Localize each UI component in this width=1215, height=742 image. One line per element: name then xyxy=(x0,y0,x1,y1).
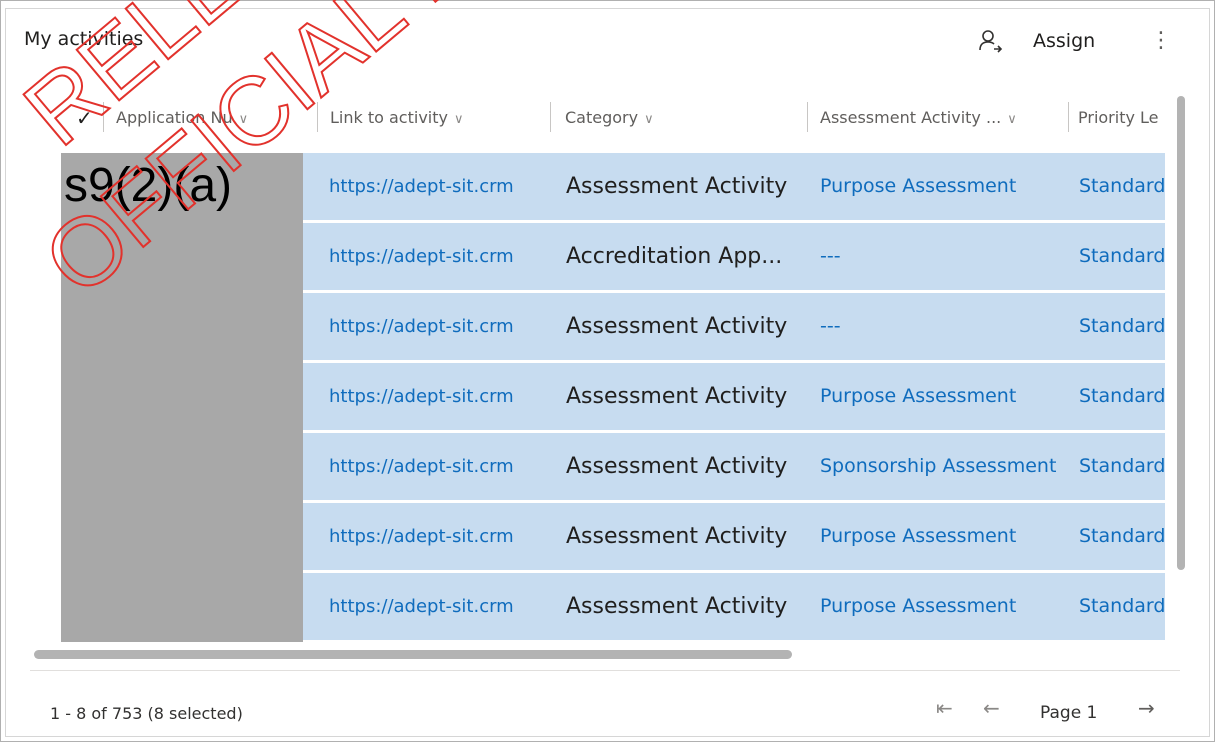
redaction-block xyxy=(61,153,303,642)
table-row[interactable]: https://adept-sit.crm Accreditation App.… xyxy=(303,223,1165,290)
column-separator xyxy=(550,102,551,132)
page-indicator: Page 1 xyxy=(1040,703,1098,723)
activity-link[interactable]: https://adept-sit.crm xyxy=(329,503,551,570)
assessment-activity-link[interactable]: --- xyxy=(820,223,1075,290)
activity-link[interactable]: https://adept-sit.crm xyxy=(329,223,551,290)
assessment-activity-link[interactable]: Purpose Assessment xyxy=(820,573,1075,640)
previous-page-icon[interactable]: ← xyxy=(983,696,1000,720)
column-header-link-to-activity[interactable]: Link to activity ∨ xyxy=(330,108,540,127)
column-separator xyxy=(103,102,104,132)
record-count: 1 - 8 of 753 (8 selected) xyxy=(50,704,243,723)
priority-level-link[interactable]: Standard xyxy=(1079,363,1165,430)
table-row[interactable]: https://adept-sit.crm Assessment Activit… xyxy=(303,293,1165,360)
assign-button[interactable]: Assign xyxy=(1033,30,1095,52)
assessment-activity-link[interactable]: Purpose Assessment xyxy=(820,363,1075,430)
assessment-activity-link[interactable]: Purpose Assessment xyxy=(820,153,1075,220)
priority-level-link[interactable]: Standard xyxy=(1079,573,1165,640)
priority-level-link[interactable]: Standard xyxy=(1079,433,1165,500)
chevron-down-icon: ∨ xyxy=(644,112,654,127)
priority-level-link[interactable]: Standard xyxy=(1079,153,1165,220)
next-page-icon[interactable]: → xyxy=(1138,696,1155,720)
category-cell: Assessment Activity xyxy=(566,524,788,549)
chevron-down-icon: ∨ xyxy=(238,112,249,127)
panel-title: My activities xyxy=(24,28,144,50)
chevron-down-icon: ∨ xyxy=(453,112,464,127)
chevron-down-icon: ∨ xyxy=(1007,112,1017,127)
category-cell: Accreditation App... xyxy=(566,244,783,269)
activity-link[interactable]: https://adept-sit.crm xyxy=(329,293,551,360)
footer-divider xyxy=(30,670,1180,671)
priority-level-link[interactable]: Standard xyxy=(1079,293,1165,360)
category-cell: Assessment Activity xyxy=(566,594,788,619)
table-row[interactable]: https://adept-sit.crm Assessment Activit… xyxy=(303,573,1165,640)
more-vertical-icon[interactable]: ⋮ xyxy=(1150,24,1172,58)
redaction-label: s9(2)(a) xyxy=(64,159,233,212)
horizontal-scrollbar[interactable] xyxy=(34,650,792,659)
grid-header-row: ✓ Application Nu ∨ Link to activity ∨ Cate… xyxy=(30,96,1175,142)
table-row[interactable]: https://adept-sit.crm Assessment Activit… xyxy=(303,153,1165,220)
person-assign-icon[interactable] xyxy=(977,28,1003,54)
select-all-checkmark-icon[interactable]: ✓ xyxy=(76,106,93,130)
table-row[interactable]: https://adept-sit.crm Assessment Activit… xyxy=(303,503,1165,570)
column-header-assessment-activity[interactable]: Assessment Activity ... ∨ xyxy=(820,108,1065,127)
category-cell: Assessment Activity xyxy=(566,174,788,199)
category-cell: Assessment Activity xyxy=(566,314,788,339)
priority-level-link[interactable]: Standard xyxy=(1079,223,1165,290)
vertical-scrollbar[interactable] xyxy=(1177,96,1185,570)
activity-link[interactable]: https://adept-sit.crm xyxy=(329,433,551,500)
grid-body: https://adept-sit.crm Assessment Activit… xyxy=(303,153,1165,642)
activity-link[interactable]: https://adept-sit.crm xyxy=(329,363,551,430)
column-header-application-number[interactable]: Application Nu ∨ xyxy=(116,108,301,127)
assessment-activity-link[interactable]: Sponsorship Assessment xyxy=(820,433,1075,500)
category-cell: Assessment Activity xyxy=(566,384,788,409)
assessment-activity-link[interactable]: Purpose Assessment xyxy=(820,503,1075,570)
assessment-activity-link[interactable]: --- xyxy=(820,293,1075,360)
column-separator xyxy=(317,102,318,132)
activity-link[interactable]: https://adept-sit.crm xyxy=(329,573,551,640)
column-separator xyxy=(1068,102,1069,132)
column-separator xyxy=(807,102,808,132)
table-row[interactable]: https://adept-sit.crm Assessment Activit… xyxy=(303,433,1165,500)
first-page-icon[interactable]: ⇤ xyxy=(936,696,953,720)
table-row[interactable]: https://adept-sit.crm Assessment Activit… xyxy=(303,363,1165,430)
column-header-category[interactable]: Category ∨ xyxy=(565,108,795,127)
category-cell: Assessment Activity xyxy=(566,454,788,479)
activity-link[interactable]: https://adept-sit.crm xyxy=(329,153,551,220)
column-header-priority-level[interactable]: Priority Le xyxy=(1078,108,1173,127)
priority-level-link[interactable]: Standard xyxy=(1079,503,1165,570)
